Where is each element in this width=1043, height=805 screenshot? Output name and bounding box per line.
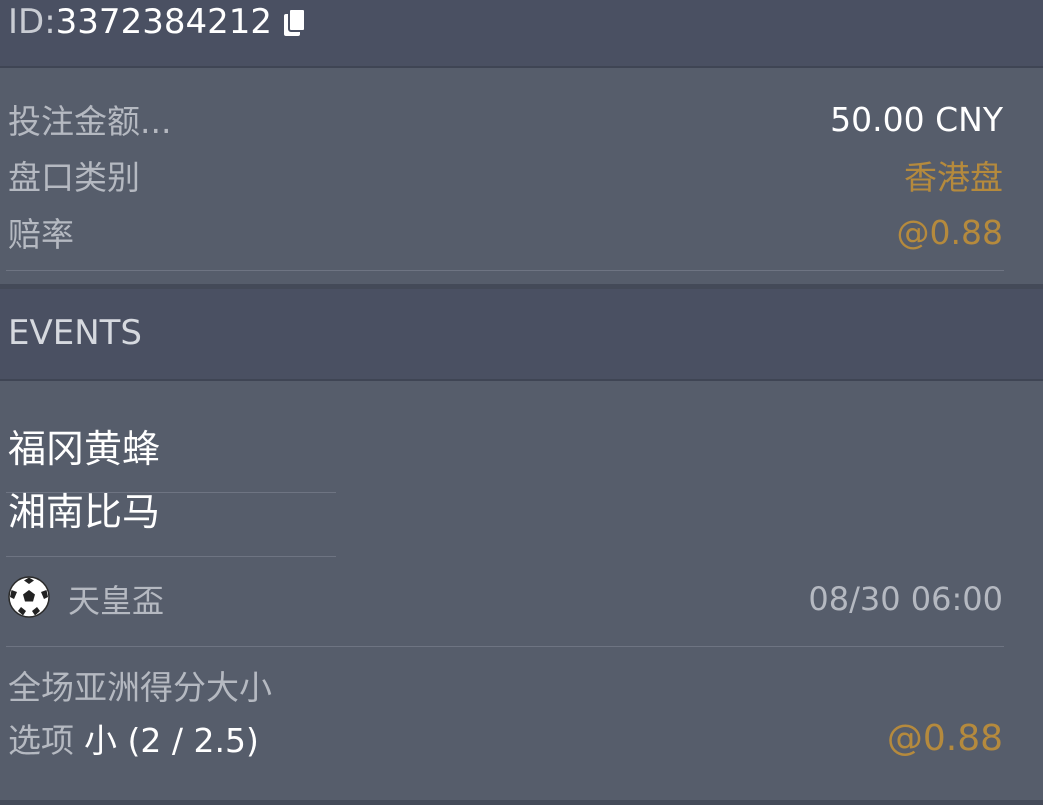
teams-bottom-divider	[6, 556, 336, 557]
selection-row: 选项小 (2 / 2.5) @0.88	[8, 714, 1003, 762]
odds-row: 赔率 @0.88	[8, 207, 1003, 257]
stake-label: 投注金额...	[8, 102, 172, 141]
league-info: 天皇盃	[8, 576, 164, 622]
selection-info: 选项小 (2 / 2.5)	[8, 714, 259, 762]
odds-type-label: 盘口类别	[8, 158, 140, 197]
events-header-bar: EVENTS	[0, 289, 1043, 381]
odds-value: @0.88	[896, 212, 1003, 252]
league-name: 天皇盃	[68, 582, 165, 620]
bottom-separator	[0, 800, 1043, 805]
odds-type-value: 香港盘	[904, 158, 1003, 197]
copy-icon[interactable]	[282, 7, 308, 37]
bet-id-bar: ID: 3372384212	[0, 0, 1043, 68]
bet-id: ID: 3372384212	[8, 2, 308, 42]
selection-value: 小 (2 / 2.5)	[84, 721, 259, 760]
selection-label: 选项	[8, 721, 74, 760]
market-name: 全场亚洲得分大小	[8, 668, 272, 707]
league-row: 天皇盃 08/30 06:00	[8, 575, 1003, 623]
details-divider	[6, 270, 1004, 271]
bet-id-number: 3372384212	[55, 2, 272, 42]
odds-type-row: 盘口类别 香港盘	[8, 150, 1003, 200]
selection-odds: @0.88	[886, 717, 1003, 759]
soccer-ball-icon	[8, 576, 50, 622]
home-team: 福冈黄蜂	[8, 427, 161, 471]
stake-row: 投注金额... 50.00 CNY	[8, 94, 1003, 144]
away-team: 湘南比马	[8, 490, 161, 534]
stake-value: 50.00 CNY	[830, 99, 1003, 139]
odds-label: 赔率	[8, 215, 74, 254]
league-divider	[6, 646, 1004, 647]
event-datetime: 08/30 06:00	[808, 580, 1003, 618]
events-header: EVENTS	[8, 313, 143, 353]
bet-id-prefix: ID:	[8, 2, 56, 42]
